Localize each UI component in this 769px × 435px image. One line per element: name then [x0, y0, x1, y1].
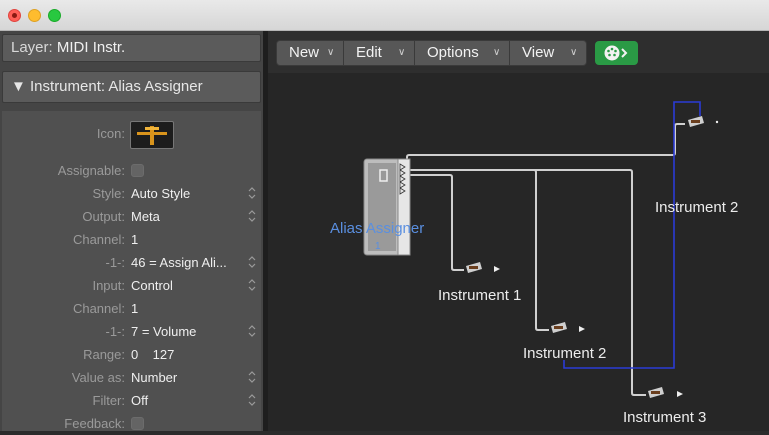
new-label: New	[289, 44, 320, 61]
param-label: Range:	[83, 347, 125, 362]
instrument-2-label[interactable]: Instrument 2	[523, 345, 606, 362]
param-row-channel[interactable]: Channel: 1	[2, 228, 261, 251]
instrument-3-label[interactable]: Instrument 3	[623, 409, 706, 426]
param-row-filter[interactable]: Filter: Off	[2, 389, 261, 412]
environment-area: New ∨ Edit ∨ Options ∨ View ∨ 1 Alias As…	[268, 31, 769, 431]
param-row-input-channel[interactable]: Channel: 1	[2, 297, 261, 320]
param-label: -1-:	[105, 324, 126, 339]
cable-to-instrument-2-top	[406, 123, 685, 163]
param-row-style[interactable]: Style: Auto Style	[2, 182, 261, 205]
param-row-input[interactable]: Input: Control	[2, 274, 261, 297]
alias-assigner-label[interactable]: Alias Assigner	[330, 220, 424, 237]
param-label: Assignable:	[57, 163, 125, 178]
param-row-icon: Icon:	[2, 117, 261, 151]
param-value: 7 = Volume	[131, 324, 197, 339]
param-label: Value as:	[71, 370, 125, 385]
instrument-2-top-icon	[688, 116, 719, 127]
param-value: Meta	[131, 209, 160, 224]
param-value: 1	[131, 232, 139, 247]
param-value: 46 = Assign Ali...	[131, 255, 227, 270]
instrument-1-label[interactable]: Instrument 1	[438, 287, 521, 304]
edit-label: Edit	[356, 44, 382, 61]
minimize-button[interactable]	[28, 9, 41, 22]
param-label: Icon:	[96, 126, 125, 141]
param-row-input-cc[interactable]: -1-: 7 = Volume	[2, 320, 261, 343]
title-bar	[0, 0, 769, 31]
chevron-down-icon: ∨	[570, 47, 578, 58]
layer-header[interactable]: Layer: MIDI Instr.	[2, 34, 261, 62]
stepper-icon[interactable]	[248, 255, 256, 269]
zoom-button[interactable]	[48, 9, 61, 22]
chevron-down-icon: ∨	[398, 47, 406, 58]
new-menu-button[interactable]: New ∨	[276, 40, 344, 66]
param-value: 0 127	[131, 347, 175, 362]
instrument-3-icon	[648, 387, 683, 398]
assignable-checkbox[interactable]	[131, 164, 144, 177]
stepper-icon[interactable]	[248, 278, 256, 292]
feedback-checkbox[interactable]	[131, 417, 144, 430]
stepper-icon[interactable]	[248, 209, 256, 223]
midi-out-icon	[604, 45, 628, 61]
stepper-icon[interactable]	[248, 393, 256, 407]
stepper-icon[interactable]	[248, 186, 256, 200]
view-menu-button[interactable]: View ∨	[509, 40, 587, 66]
instrument-header-label: ▼ Instrument: Alias Assigner	[11, 78, 203, 95]
layer-label: Layer:	[11, 39, 53, 56]
parameter-list: Icon: Assignable: Style: Auto Style Outp…	[2, 111, 261, 431]
chevron-down-icon: ∨	[493, 47, 501, 58]
cable-to-instrument-2-middle	[407, 169, 549, 331]
param-row-value-as[interactable]: Value as: Number	[2, 366, 261, 389]
icon-well[interactable]	[130, 121, 174, 149]
midi-out-button[interactable]	[595, 41, 638, 65]
layer-value: MIDI Instr.	[56, 39, 126, 56]
alias-assigner-object: 1	[363, 158, 411, 256]
param-value: Auto Style	[131, 186, 191, 201]
param-row-range[interactable]: Range: 0 127	[2, 343, 261, 366]
param-label: Input:	[92, 278, 125, 293]
stepper-icon[interactable]	[248, 324, 256, 338]
stepper-icon[interactable]	[248, 370, 256, 384]
param-label: Style:	[92, 186, 125, 201]
edit-menu-button[interactable]: Edit ∨	[343, 40, 415, 66]
param-value: Off	[131, 393, 149, 408]
instrument-header[interactable]: ▼ Instrument: Alias Assigner	[2, 71, 261, 103]
param-label: Channel:	[72, 232, 125, 247]
toolbar: New ∨ Edit ∨ Options ∨ View ∨	[268, 31, 769, 73]
param-value: Control	[131, 278, 173, 293]
param-row-feedback: Feedback:	[2, 412, 261, 435]
param-label: Channel:	[72, 301, 125, 316]
environment-canvas[interactable]: 1 Alias Assigner Instrument 1 Instrument…	[268, 73, 769, 431]
param-value: 1	[131, 301, 139, 316]
param-label: Filter:	[92, 393, 126, 408]
instrument-2-middle-icon	[551, 322, 585, 333]
param-row-output[interactable]: Output: Meta	[2, 205, 261, 228]
param-row-assignable: Assignable:	[2, 159, 261, 182]
param-value: Number	[131, 370, 178, 385]
options-menu-button[interactable]: Options ∨	[414, 40, 510, 66]
param-label: Output:	[82, 209, 125, 224]
options-label: Options	[427, 44, 479, 61]
param-row-output-cc[interactable]: -1-: 46 = Assign Ali...	[2, 251, 261, 274]
close-button[interactable]	[8, 9, 21, 22]
param-label: -1-:	[105, 255, 126, 270]
chevron-down-icon: ∨	[327, 47, 335, 58]
alias-assigner-icon	[137, 126, 167, 145]
instrument-1-icon	[466, 262, 500, 273]
param-label: Feedback:	[64, 416, 125, 431]
cable-layer: 1	[363, 101, 719, 398]
svg-text:1: 1	[375, 241, 381, 252]
instrument-2-top-label[interactable]: Instrument 2	[655, 199, 738, 216]
inspector-panel: Layer: MIDI Instr. ▼ Instrument: Alias A…	[0, 31, 263, 431]
view-label: View	[522, 44, 555, 61]
